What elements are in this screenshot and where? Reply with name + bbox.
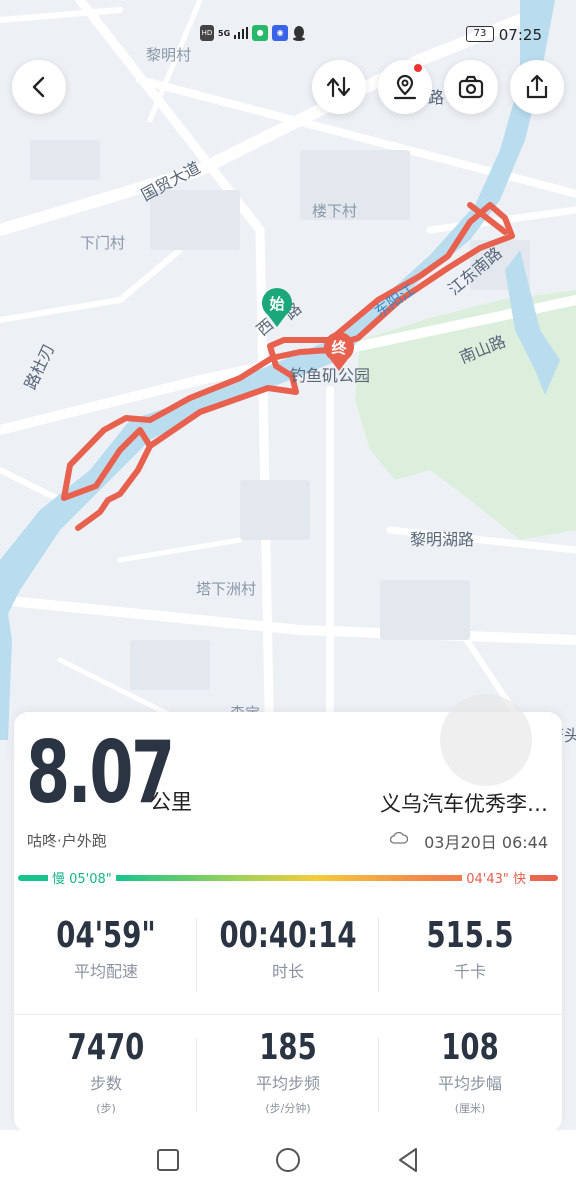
signal-icon [234, 27, 249, 39]
start-marker-label: 始 [269, 295, 285, 313]
floating-assist-ball[interactable] [440, 694, 532, 786]
map-canvas [0, 0, 576, 760]
battery-icon: 73 [466, 26, 494, 42]
stat-avg-pace: 04'59" 平均配速 [16, 916, 196, 982]
map-label-louxia-village: 楼下村 [312, 202, 358, 220]
stat-label: 平均步幅 [437, 1073, 502, 1093]
stat-label: 时长 [271, 961, 304, 981]
route-name[interactable]: 义乌汽车优秀李… [380, 788, 548, 818]
hd-icon: HD [200, 25, 214, 41]
stat-value: 7470 [67, 1027, 145, 1068]
share-icon [526, 74, 548, 99]
divider [378, 1038, 379, 1112]
stat-value: 04'59" [56, 915, 156, 956]
stat-label: 平均步频 [255, 1073, 320, 1093]
workout-datetime: 03月20日 06:44 [424, 833, 548, 852]
stat-stride: 108 平均步幅 (厘米) [380, 1028, 560, 1116]
row-divider [14, 1014, 562, 1015]
stat-value: 515.5 [426, 915, 514, 956]
camera-button[interactable] [444, 60, 498, 114]
map-label-liminghu-road: 黎明湖路 [410, 530, 475, 549]
app-green-icon: ● [252, 25, 269, 41]
map-label-xiamen-village: 下门村 [80, 234, 126, 252]
route-toggle-button[interactable] [312, 60, 366, 114]
sport-type: 咕咚·户外跑 [27, 832, 107, 850]
share-button[interactable] [510, 60, 564, 114]
distance-unit: 公里 [150, 790, 192, 814]
clock: 07:25 [498, 26, 542, 44]
pace-slow-label: 慢 05'08" [48, 868, 116, 887]
stat-unit: (步/分钟) [265, 1101, 311, 1115]
notification-dot [414, 64, 422, 72]
route-map[interactable]: 黎明村 国贸大道 下门村 楼下村 东阳江 江东南路 南山路 钓鱼矶公园 黎明湖路… [0, 0, 576, 760]
stat-cadence: 185 平均步频 (步/分钟) [198, 1028, 378, 1116]
stat-steps: 7470 步数 (步) [16, 1028, 196, 1116]
stat-value: 185 [259, 1027, 317, 1068]
stat-label: 千卡 [453, 961, 486, 981]
start-marker[interactable]: 始 [261, 288, 293, 328]
stat-unit: (厘米) [454, 1101, 486, 1115]
status-icons: HD 5G ● ◉ [200, 25, 306, 41]
circle-icon[interactable] [274, 1146, 302, 1174]
pace-fast-label: 04'43" 快 [462, 868, 530, 887]
camera-icon [458, 75, 484, 99]
chevron-left-icon [32, 76, 45, 98]
end-marker-label: 终 [331, 339, 347, 357]
app-blue-icon: ◉ [272, 25, 289, 41]
stat-value: 108 [441, 1027, 499, 1068]
system-nav-bar [0, 1130, 576, 1188]
map-label-taxiazhou-village: 塔下洲村 [196, 580, 257, 598]
end-marker[interactable]: 终 [323, 332, 355, 372]
status-bar: HD 5G ● ◉ 73 07:25 [0, 18, 576, 50]
location-pin-icon [393, 74, 417, 100]
location-button[interactable] [378, 60, 432, 114]
stat-calories: 515.5 千卡 [380, 916, 560, 982]
stat-unit: (步) [96, 1101, 116, 1115]
stat-duration: 00:40:14 时长 [198, 916, 378, 982]
stat-label: 平均配速 [73, 961, 138, 981]
cloud-icon [390, 832, 408, 844]
route-swap-icon [326, 76, 351, 98]
divider [378, 918, 379, 992]
divider [196, 918, 197, 992]
triangle-back-icon[interactable] [396, 1146, 420, 1174]
stat-label: 步数 [89, 1073, 122, 1093]
network-label: 5G [218, 28, 231, 38]
qq-icon [293, 26, 306, 41]
back-button[interactable] [12, 60, 66, 114]
stat-value: 00:40:14 [219, 915, 357, 956]
square-icon[interactable] [156, 1148, 180, 1172]
divider [196, 1038, 197, 1112]
